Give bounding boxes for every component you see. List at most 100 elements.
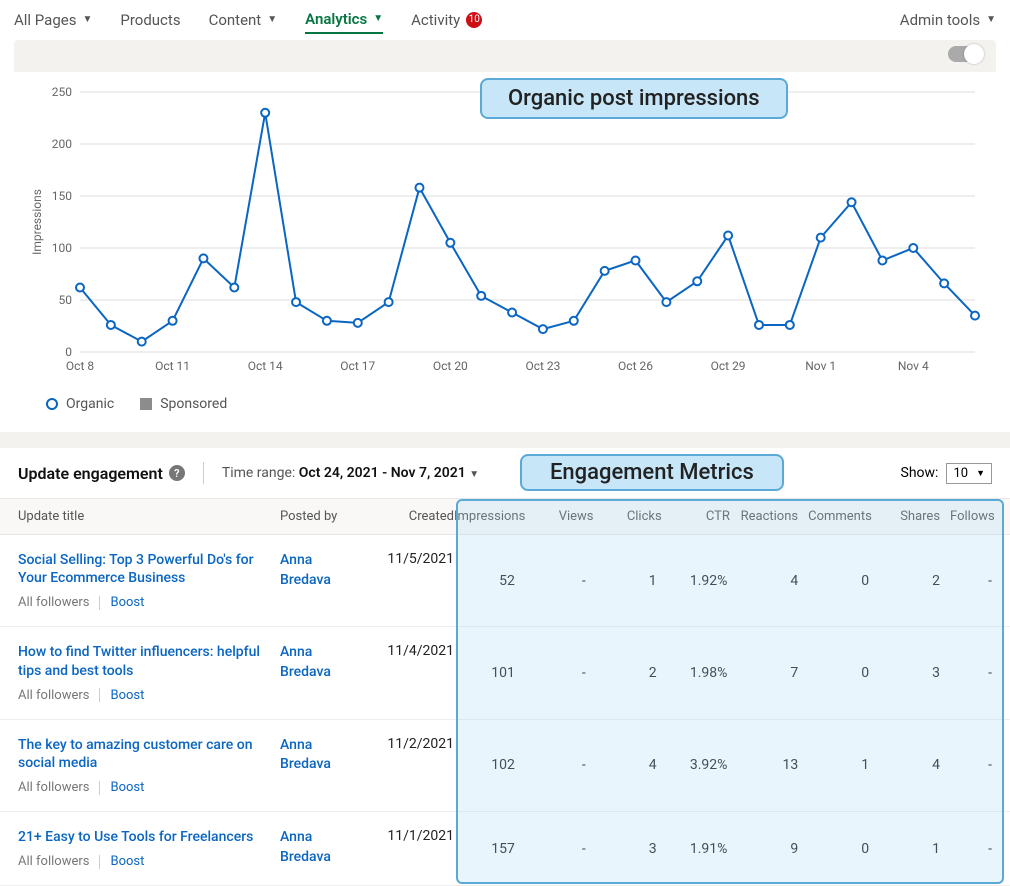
svg-text:Nov 1: Nov 1 bbox=[805, 359, 836, 373]
created-date: 11/4/2021 bbox=[370, 643, 454, 702]
square-icon bbox=[140, 398, 152, 410]
col-head-views[interactable]: Views bbox=[535, 509, 603, 524]
update-title-link[interactable]: How to find Twitter influencers: helpful… bbox=[18, 643, 280, 679]
cell-views: - bbox=[525, 643, 596, 702]
cell-clicks: 1 bbox=[596, 551, 667, 610]
svg-text:Oct 8: Oct 8 bbox=[66, 359, 94, 373]
chart-callout-label: Organic post impressions bbox=[480, 78, 788, 119]
col-head-clicks[interactable]: Clicks bbox=[604, 509, 672, 524]
caret-down-icon: ▼ bbox=[373, 13, 383, 24]
nav-all-pages[interactable]: All Pages▼ bbox=[14, 7, 92, 33]
cell-ctr: 1.91% bbox=[667, 828, 738, 869]
circle-icon bbox=[46, 398, 58, 410]
legend-organic[interactable]: Organic bbox=[46, 396, 114, 412]
svg-text:100: 100 bbox=[52, 241, 72, 255]
col-head-shares[interactable]: Shares bbox=[882, 509, 950, 524]
engagement-rows: Social Selling: Top 3 Powerful Do's for … bbox=[0, 535, 1010, 886]
divider-icon bbox=[99, 596, 100, 610]
svg-text:Oct 14: Oct 14 bbox=[248, 359, 283, 373]
cell-shares: 3 bbox=[879, 643, 950, 702]
legend-sponsored[interactable]: Sponsored bbox=[140, 396, 227, 412]
audience-label: All followers bbox=[18, 595, 89, 610]
col-head-follows[interactable]: Follows bbox=[950, 509, 1010, 524]
nav-activity[interactable]: Activity10 bbox=[411, 7, 482, 33]
help-icon[interactable]: ? bbox=[169, 465, 185, 481]
audience-label: All followers bbox=[18, 854, 89, 869]
col-head-posted[interactable]: Posted by bbox=[280, 509, 370, 524]
table-row: Social Selling: Top 3 Powerful Do's for … bbox=[0, 535, 1010, 627]
impressions-chart: 050100150200250Oct 8Oct 11Oct 14Oct 17Oc… bbox=[24, 82, 986, 382]
engagement-title: Update engagement? bbox=[18, 464, 185, 483]
svg-text:0: 0 bbox=[65, 345, 72, 359]
nav-analytics[interactable]: Analytics▼ bbox=[305, 6, 383, 34]
aggregate-bar: Aggregate organic and sponsored bbox=[14, 40, 996, 72]
nav-content[interactable]: Content▼ bbox=[209, 7, 278, 33]
show-control: Show: 10▼ bbox=[901, 463, 992, 484]
nav-products[interactable]: Products bbox=[120, 7, 180, 33]
col-head-title[interactable]: Update title bbox=[0, 509, 280, 524]
aggregate-toggle[interactable] bbox=[948, 46, 982, 62]
created-date: 11/1/2021 bbox=[370, 828, 454, 869]
cell-impressions: 157 bbox=[454, 828, 525, 869]
boost-link[interactable]: Boost bbox=[110, 780, 144, 795]
col-head-comments[interactable]: Comments bbox=[808, 509, 882, 524]
cell-views: - bbox=[525, 828, 596, 869]
nav-admin-tools[interactable]: Admin tools▼ bbox=[900, 7, 996, 33]
boost-link[interactable]: Boost bbox=[110, 854, 144, 869]
cell-clicks: 4 bbox=[596, 736, 667, 795]
col-head-reactions[interactable]: Reactions bbox=[740, 509, 808, 524]
caret-down-icon: ▼ bbox=[976, 468, 985, 479]
update-title-link[interactable]: 21+ Easy to Use Tools for Freelancers bbox=[18, 828, 280, 846]
svg-text:Nov 4: Nov 4 bbox=[898, 359, 929, 373]
created-date: 11/5/2021 bbox=[370, 551, 454, 610]
svg-text:Oct 11: Oct 11 bbox=[155, 359, 190, 373]
created-date: 11/2/2021 bbox=[370, 736, 454, 795]
divider-icon bbox=[99, 688, 100, 702]
boost-link[interactable]: Boost bbox=[110, 595, 144, 610]
svg-text:Impressions: Impressions bbox=[30, 189, 44, 255]
col-head-ctr[interactable]: CTR bbox=[672, 509, 740, 524]
col-head-created[interactable]: Created bbox=[370, 509, 454, 524]
svg-text:200: 200 bbox=[52, 137, 72, 151]
caret-down-icon: ▼ bbox=[469, 469, 479, 480]
svg-text:Oct 20: Oct 20 bbox=[433, 359, 468, 373]
col-head-impressions[interactable]: Impressions bbox=[454, 509, 535, 524]
impressions-chart-wrap: Organic post impressions 050100150200250… bbox=[0, 72, 1010, 432]
update-title-link[interactable]: Social Selling: Top 3 Powerful Do's for … bbox=[18, 551, 280, 587]
metrics-callout-label: Engagement Metrics bbox=[520, 454, 784, 491]
posted-by-link[interactable]: AnnaBredava bbox=[280, 829, 331, 865]
cell-comments: 0 bbox=[808, 828, 879, 869]
cell-comments: 0 bbox=[808, 643, 879, 702]
cell-reactions: 4 bbox=[737, 551, 808, 610]
show-select[interactable]: 10▼ bbox=[946, 463, 992, 484]
audience-label: All followers bbox=[18, 780, 89, 795]
cell-follows: - bbox=[950, 828, 1010, 869]
svg-text:Oct 17: Oct 17 bbox=[340, 359, 375, 373]
cell-comments: 1 bbox=[808, 736, 879, 795]
cell-reactions: 7 bbox=[737, 643, 808, 702]
cell-reactions: 13 bbox=[737, 736, 808, 795]
caret-down-icon: ▼ bbox=[267, 14, 277, 25]
cell-impressions: 101 bbox=[454, 643, 525, 702]
posted-by-link[interactable]: AnnaBredava bbox=[280, 737, 331, 773]
boost-link[interactable]: Boost bbox=[110, 688, 144, 703]
cell-clicks: 3 bbox=[596, 828, 667, 869]
svg-text:Oct 29: Oct 29 bbox=[711, 359, 746, 373]
svg-text:Oct 26: Oct 26 bbox=[618, 359, 653, 373]
cell-reactions: 9 bbox=[737, 828, 808, 869]
chart-legend: Organic Sponsored bbox=[46, 396, 986, 412]
svg-text:50: 50 bbox=[59, 293, 73, 307]
cell-shares: 2 bbox=[879, 551, 950, 610]
audience-label: All followers bbox=[18, 688, 89, 703]
cell-follows: - bbox=[950, 551, 1010, 610]
update-title-link[interactable]: The key to amazing customer care on soci… bbox=[18, 736, 280, 772]
posted-by-link[interactable]: AnnaBredava bbox=[280, 552, 331, 588]
caret-down-icon: ▼ bbox=[986, 14, 996, 25]
posted-by-link[interactable]: AnnaBredava bbox=[280, 644, 331, 680]
cell-clicks: 2 bbox=[596, 643, 667, 702]
section-divider bbox=[0, 432, 1010, 448]
time-range-picker[interactable]: Time range: Oct 24, 2021 - Nov 7, 2021 ▼ bbox=[222, 465, 479, 481]
show-label: Show: bbox=[901, 465, 939, 481]
svg-text:250: 250 bbox=[52, 85, 72, 99]
cell-shares: 1 bbox=[879, 828, 950, 869]
